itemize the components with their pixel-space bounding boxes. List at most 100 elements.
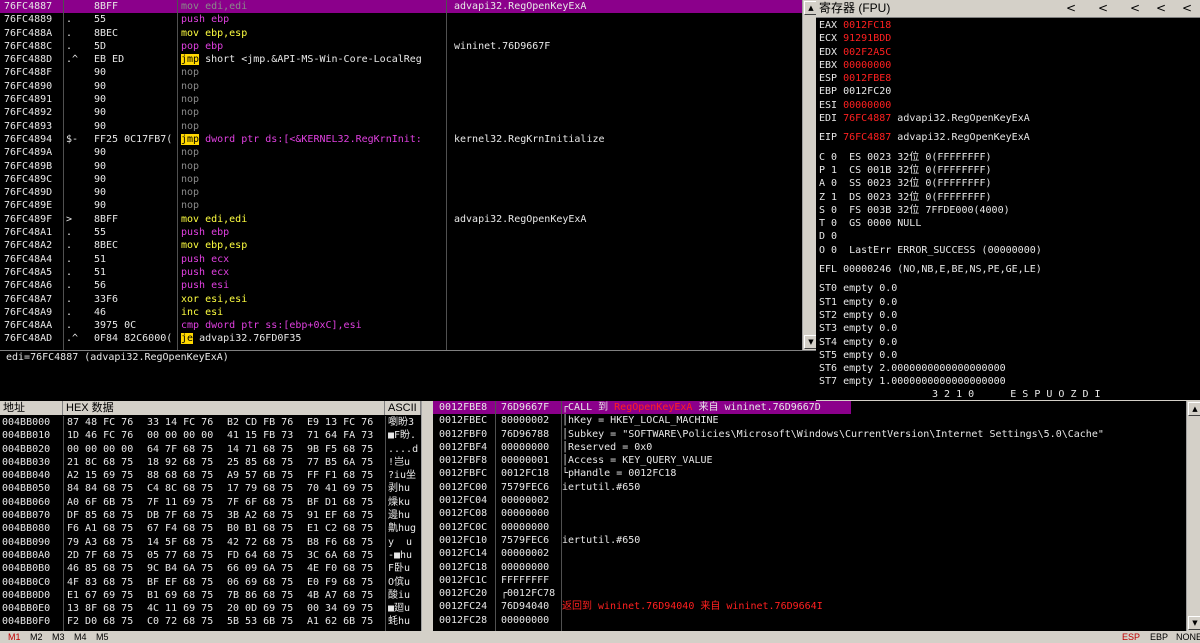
disassembly-scrollbar[interactable]: ▲ ▼ [802, 0, 818, 350]
dump-header-ascii[interactable]: ASCII [385, 401, 421, 415]
disasm-row[interactable]: 76FC48AD .^ 0F84 82C6000(je advapi32.76FD0… [0, 332, 802, 345]
disasm-row[interactable]: 76FC48A1. 55 push ebp [0, 226, 802, 239]
dump-pane[interactable]: 地址 HEX 数据 ASCII 004BB000 87 48 FC 76 33 14… [0, 401, 431, 631]
fpu-row[interactable]: ST4 empty 0.0 [816, 336, 1200, 349]
flag-row[interactable]: T 0 GS 0000 NULL [816, 217, 1200, 230]
dump-row[interactable]: 004BB0C0 4F 83 68 75 BF EF 68 75 06 69 68 7… [0, 576, 431, 589]
fpu-row[interactable]: ST1 empty 0.0 [816, 296, 1200, 309]
register-value[interactable]: 0012FC20 [843, 86, 891, 97]
register-value[interactable]: 00000000 [843, 60, 891, 71]
disasm-row[interactable]: 76FC48A4. 51 push ecx [0, 253, 802, 266]
nav-prev-icon[interactable]: < [1130, 2, 1140, 14]
disasm-row[interactable]: 76FC488F 90 nop [0, 66, 802, 79]
register-value[interactable]: 00000000 [843, 100, 891, 111]
dump-row[interactable]: 004BB0F0 F2 D0 68 75 C0 72 68 75 5B 53 6B 7… [0, 615, 431, 628]
fpu-row[interactable]: ST6 empty 2.0000000000000000000 [816, 362, 1200, 375]
disasm-row[interactable]: 76FC489C 90 nop [0, 173, 802, 186]
dump-header-address[interactable]: 地址 [0, 401, 63, 415]
fpu-row[interactable]: ST7 empty 1.0000000000000000000 [816, 375, 1200, 388]
stack-row[interactable]: 0012FC04 00000002 [433, 494, 1186, 507]
flag-row[interactable]: S 0 FS 003B 32位 7FFDE000(4000) [816, 204, 1200, 217]
efl-row[interactable]: EFL 00000246 (NO,NB,E,BE,NS,PE,GE,LE) [816, 263, 1200, 276]
disasm-row[interactable]: 76FC48A5. 51 push ecx [0, 266, 802, 279]
dump-row[interactable]: 004BB020 00 00 00 00 64 7F 68 75 14 71 68 7… [0, 443, 431, 456]
tab-m3[interactable]: M3 [52, 631, 65, 643]
flag-row[interactable]: D 0 [816, 230, 1200, 243]
dump-header-hex[interactable]: HEX 数据 [63, 401, 385, 415]
disasm-row[interactable]: 76FC489F >8BFF mov edi,edi advapi32.RegOpen… [0, 213, 802, 226]
register-value[interactable]: 0012FC18 [843, 20, 891, 31]
stack-row[interactable]: 0012FBF4 00000000 │Reserved = 0x0 [433, 441, 1186, 454]
stack-row[interactable]: 0012FC00 7579FEC6 iertutil.#650 [433, 481, 1186, 494]
stack-row[interactable]: 0012FBE8 76D9667F ┌CALL 到 RegOpenKeyExA 来自… [433, 401, 1186, 415]
stack-row[interactable]: 0012FC08 00000000 [433, 507, 1186, 520]
nav-prev-icon[interactable]: < [1156, 2, 1166, 14]
disasm-row[interactable]: 76FC489B 90 nop [0, 160, 802, 173]
dump-row[interactable]: 004BB0A0 2D 7F 68 75 05 77 68 75 FD 64 68 7… [0, 549, 431, 562]
stack-row[interactable]: 0012FBEC 80000002 │hKey = HKEY_LOCAL_MACHI… [433, 414, 1186, 427]
disasm-row[interactable]: 76FC4894 $- FF25 0C17FB7(jmp dword ptr ds:… [0, 133, 802, 146]
disassembly-pane[interactable]: 76FC4887 8BFF mov edi,edi advapi32.RegOpenK… [0, 0, 802, 350]
tab-m5[interactable]: M5 [96, 631, 109, 643]
stack-row[interactable]: 0012FC1C FFFFFFFF [433, 574, 1186, 587]
flag-row[interactable]: P 1 CS 001B 32位 0(FFFFFFFF) [816, 164, 1200, 177]
register-value[interactable]: 002F2A5C [843, 47, 891, 58]
disasm-row[interactable]: 76FC48A7. 33F6 xor esi,esi [0, 293, 802, 306]
disasm-row[interactable]: 76FC48A9. 46 inc esi [0, 306, 802, 319]
dump-row[interactable]: 004BB0B0 46 85 68 75 9C B4 6A 75 66 09 6A 7… [0, 562, 431, 575]
dump-row[interactable]: 004BB0E0 13 8F 68 75 4C 11 69 75 20 0D 69 7… [0, 602, 431, 615]
disasm-row[interactable]: 76FC48A2. 8BEC mov ebp,esp [0, 239, 802, 252]
disasm-row[interactable]: 76FC4893 90 nop [0, 120, 802, 133]
stack-mode-none[interactable]: NONE [1176, 631, 1200, 643]
dump-row[interactable]: 004BB060 A0 6F 6B 75 7F 11 69 75 7F 6F 68 7… [0, 496, 431, 509]
disasm-row[interactable]: 76FC4892 90 nop [0, 106, 802, 119]
stack-row[interactable]: 0012FC24 76D94040 返回到 wininet.76D94040 来自 … [433, 600, 1186, 613]
disasm-row[interactable]: 76FC488C. 5D pop ebp wininet.76D9667F [0, 40, 802, 53]
disasm-row[interactable]: 76FC488A. 8BEC mov ebp,esp [0, 27, 802, 40]
disasm-row[interactable]: 76FC4889. 55 push ebp [0, 13, 802, 26]
stack-row[interactable]: 0012FC18 00000000 [433, 561, 1186, 574]
dump-scrollbar[interactable] [421, 401, 432, 631]
register-row[interactable]: EDX 002F2A5C [816, 46, 1200, 59]
register-row[interactable]: ECX 91291BDD [816, 32, 1200, 45]
register-value[interactable]: 76FC4887 [843, 132, 891, 143]
stack-row[interactable]: 0012FC0C 00000000 [433, 521, 1186, 534]
dump-row[interactable]: 004BB050 84 84 68 75 C4 8C 68 75 17 79 68 7… [0, 482, 431, 495]
fpu-row[interactable]: ST2 empty 0.0 [816, 309, 1200, 322]
dump-row[interactable]: 004BB030 21 8C 68 75 18 92 68 75 25 85 68 7… [0, 456, 431, 469]
register-row[interactable]: EBX 00000000 [816, 59, 1200, 72]
fpu-row[interactable]: ST3 empty 0.0 [816, 322, 1200, 335]
disasm-row[interactable]: 76FC4890 90 nop [0, 80, 802, 93]
stack-mode-ebp[interactable]: EBP [1150, 631, 1168, 643]
dump-row[interactable]: 004BB040 A2 15 69 75 88 68 68 75 A9 57 6B 7… [0, 469, 431, 482]
fpu-row[interactable]: ST0 empty 0.0 [816, 282, 1200, 295]
stack-row[interactable]: 0012FC14 00000002 [433, 547, 1186, 560]
dump-row[interactable]: 004BB010 1D 46 FC 76 00 00 00 00 41 15 FB 7… [0, 429, 431, 442]
stack-row[interactable]: 0012FBFC 0012FC18 └pHandle = 0012FC18 [433, 467, 1186, 480]
register-value[interactable]: 91291BDD [843, 33, 891, 44]
register-row[interactable]: ESI 00000000 [816, 99, 1200, 112]
disasm-row[interactable]: 76FC489A 90 nop [0, 146, 802, 159]
flag-row[interactable]: O 0 LastErr ERROR_SUCCESS (00000000) [816, 244, 1200, 257]
register-row[interactable]: EDI 76FC4887 advapi32.RegOpenKeyExA [816, 112, 1200, 125]
register-row[interactable]: ESP 0012FBE8 [816, 72, 1200, 85]
flag-row[interactable]: A 0 SS 0023 32位 0(FFFFFFFF) [816, 177, 1200, 190]
tab-m2[interactable]: M2 [30, 631, 43, 643]
nav-prev-icon[interactable]: < [1098, 2, 1108, 14]
disasm-row[interactable]: 76FC48AA. 3975 0C cmp dword ptr ss:[ebp+0x… [0, 319, 802, 332]
disasm-row[interactable]: 76FC4891 90 nop [0, 93, 802, 106]
stack-scrollbar[interactable]: ▲ ▼ [1186, 401, 1200, 631]
disasm-row[interactable]: 76FC489E 90 nop [0, 199, 802, 212]
stack-pane[interactable]: 0012FBE8 76D9667F ┌CALL 到 RegOpenKeyExA 来自… [433, 401, 1186, 631]
registers-pane[interactable]: 寄存器 (FPU) < < < < < EAX 0012FC18 ECX 912… [816, 0, 1200, 400]
tab-m1[interactable]: M1 [8, 631, 21, 643]
scroll-down-icon[interactable]: ▼ [1188, 616, 1200, 630]
register-value[interactable]: 0012FBE8 [843, 73, 891, 84]
stack-row[interactable]: 0012FC20 ┌0012FC78 [433, 587, 1186, 600]
stack-row[interactable]: 0012FBF0 76D96788 │Subkey = "SOFTWARE\Poli… [433, 428, 1186, 441]
dump-row[interactable]: 004BB0D0 E1 67 69 75 B1 69 68 75 7B 86 68 7… [0, 589, 431, 602]
fpu-row[interactable]: ST5 empty 0.0 [816, 349, 1200, 362]
dump-row[interactable]: 004BB070 DF 85 68 75 DB 7F 68 75 3B A2 68 7… [0, 509, 431, 522]
flag-row[interactable]: C 0 ES 0023 32位 0(FFFFFFFF) [816, 151, 1200, 164]
nav-prev-icon[interactable]: < [1182, 2, 1192, 14]
